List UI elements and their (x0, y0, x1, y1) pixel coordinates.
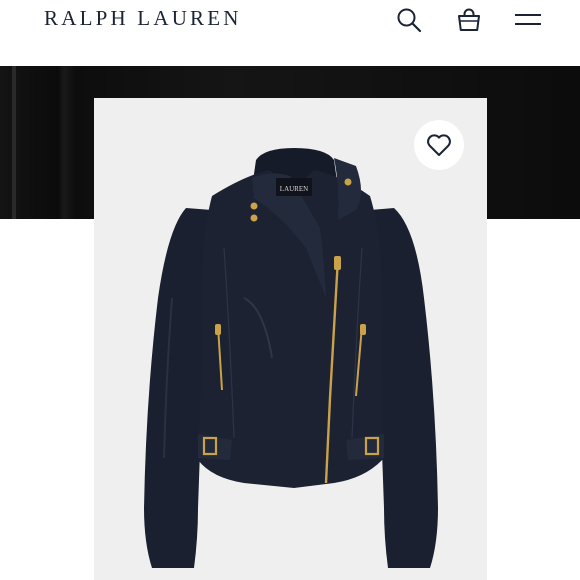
jacket-label-text: LAUREN (280, 185, 308, 193)
search-icon (397, 8, 422, 33)
shopping-bag-button[interactable] (451, 2, 487, 38)
shopping-bag-icon (458, 8, 480, 31)
favorite-button[interactable] (414, 120, 464, 170)
search-button[interactable] (391, 2, 427, 38)
product-image[interactable]: LAUREN (94, 98, 487, 580)
hero-decoration (12, 66, 16, 219)
menu-button[interactable] (510, 2, 546, 38)
brand-logo[interactable]: RALPH LAUREN (44, 6, 242, 31)
product-card[interactable]: LAUREN (94, 98, 487, 580)
hamburger-menu-icon (515, 14, 541, 25)
site-header: RALPH LAUREN (0, 0, 580, 66)
heart-outline-icon (427, 134, 451, 156)
